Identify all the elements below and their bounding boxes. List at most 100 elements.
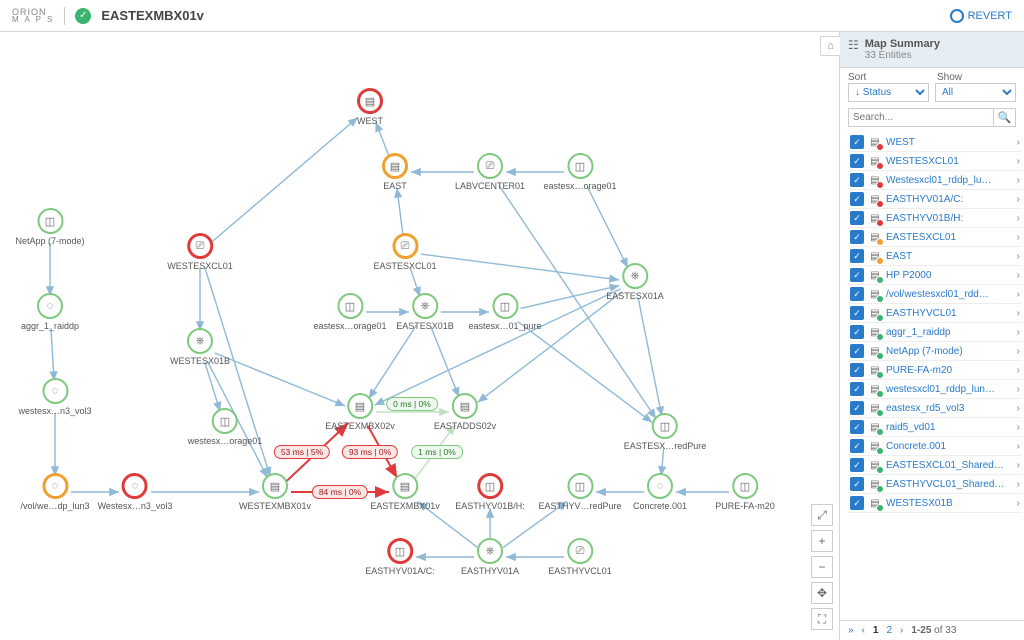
node-circle[interactable]: ◌	[42, 473, 68, 499]
item-checkbox[interactable]: ✓	[850, 287, 864, 301]
list-item[interactable]: ✓ ▤ EASTESXCL01_Shared… ›	[848, 456, 1022, 475]
map-node[interactable]: ◫ EASTHYV01B/H:	[455, 473, 525, 511]
map-node[interactable]: ⎚ EASTESXCL01	[373, 233, 436, 271]
chevron-right-icon[interactable]: ›	[1017, 213, 1020, 224]
list-item[interactable]: ✓ ▤ EAST ›	[848, 247, 1022, 266]
map-node[interactable]: ◌ westesx…n3_vol3	[18, 378, 91, 416]
list-item[interactable]: ✓ ▤ raid5_vd01 ›	[848, 418, 1022, 437]
list-item[interactable]: ✓ ▤ NetApp (7-mode) ›	[848, 342, 1022, 361]
search-input[interactable]	[848, 108, 994, 127]
pager-prev[interactable]: ‹	[862, 625, 865, 636]
node-circle[interactable]: ◫	[337, 293, 363, 319]
chevron-right-icon[interactable]: ›	[1017, 365, 1020, 376]
node-circle[interactable]: ◫	[37, 208, 63, 234]
search-button[interactable]: 🔍	[994, 108, 1016, 127]
node-circle[interactable]: ⎈	[622, 263, 648, 289]
list-item[interactable]: ✓ ▤ EASTHYV01A/C: ›	[848, 190, 1022, 209]
map-node[interactable]: ◫ NetApp (7-mode)	[15, 208, 84, 246]
list-item[interactable]: ✓ ▤ westesxcl01_rddp_lun… ›	[848, 380, 1022, 399]
node-circle[interactable]: ▤	[392, 473, 418, 499]
list-item[interactable]: ✓ ▤ HP P2000 ›	[848, 266, 1022, 285]
chevron-right-icon[interactable]: ›	[1017, 403, 1020, 414]
item-checkbox[interactable]: ✓	[850, 420, 864, 434]
map-node[interactable]: ◫ eastesx…orage01	[313, 293, 386, 331]
map-fullscreen[interactable]: ⛶	[811, 608, 833, 630]
node-circle[interactable]: ▤	[452, 393, 478, 419]
node-circle[interactable]: ◫	[567, 473, 593, 499]
chevron-right-icon[interactable]: ›	[1017, 327, 1020, 338]
list-item[interactable]: ✓ ▤ EASTESXCL01 ›	[848, 228, 1022, 247]
node-circle[interactable]: ⎚	[187, 233, 213, 259]
node-circle[interactable]: ◌	[37, 293, 63, 319]
node-circle[interactable]: ⎚	[477, 153, 503, 179]
list-item[interactable]: ✓ ▤ EASTHYVCL01 ›	[848, 304, 1022, 323]
chevron-right-icon[interactable]: ›	[1017, 460, 1020, 471]
item-checkbox[interactable]: ✓	[850, 477, 864, 491]
chevron-right-icon[interactable]: ›	[1017, 270, 1020, 281]
chevron-right-icon[interactable]: ›	[1017, 346, 1020, 357]
chevron-right-icon[interactable]: ›	[1017, 422, 1020, 433]
map-node[interactable]: ◫ westesx…orage01	[188, 408, 263, 446]
item-checkbox[interactable]: ✓	[850, 382, 864, 396]
node-circle[interactable]: ⎚	[392, 233, 418, 259]
item-checkbox[interactable]: ✓	[850, 268, 864, 282]
chevron-right-icon[interactable]: ›	[1017, 498, 1020, 509]
item-checkbox[interactable]: ✓	[850, 211, 864, 225]
map-node[interactable]: ⎚ EASTHYVCL01	[548, 538, 612, 576]
map-node[interactable]: ◫ EASTHYV01A/C:	[365, 538, 435, 576]
item-checkbox[interactable]: ✓	[850, 439, 864, 453]
chevron-right-icon[interactable]: ›	[1017, 232, 1020, 243]
list-item[interactable]: ✓ ▤ Westesxcl01_rddp_lu… ›	[848, 171, 1022, 190]
list-item[interactable]: ✓ ▤ EASTHYVCL01_Shared… ›	[848, 475, 1022, 494]
map-node[interactable]: ◌ Westesx…n3_vol3	[98, 473, 173, 511]
node-circle[interactable]: ◫	[212, 408, 238, 434]
map-zoom-in[interactable]: +	[811, 530, 833, 552]
pager-page-2[interactable]: 2	[886, 625, 892, 636]
node-circle[interactable]: ⎈	[412, 293, 438, 319]
map-node[interactable]: ◫ EASTESX…redPure	[624, 413, 707, 451]
map-node[interactable]: ◌ /vol/we…dp_lun3	[20, 473, 89, 511]
map-node[interactable]: ⎚ LABVCENTER01	[455, 153, 525, 191]
list-item[interactable]: ✓ ▤ Concrete.001 ›	[848, 437, 1022, 456]
map-node[interactable]: ▤ EASTEXMBX02v	[325, 393, 395, 431]
sort-dropdown[interactable]: ↓ Status	[848, 83, 929, 102]
pager-page-1[interactable]: 1	[873, 625, 879, 636]
map-node[interactable]: ◫ PURE-FA-m20	[715, 473, 775, 511]
map-zoom-extent[interactable]: ⤢	[811, 504, 833, 526]
item-checkbox[interactable]: ✓	[850, 173, 864, 187]
list-item[interactable]: ✓ ▤ /vol/westesxcl01_rdd… ›	[848, 285, 1022, 304]
show-dropdown[interactable]: All	[935, 83, 1016, 102]
map-node[interactable]: ▤ WESTEXMBX01v	[239, 473, 311, 511]
map-node[interactable]: ◫ eastesx…orage01	[543, 153, 616, 191]
chevron-right-icon[interactable]: ›	[1017, 308, 1020, 319]
map-node[interactable]: ⎈ WESTESX01B	[170, 328, 230, 366]
item-checkbox[interactable]: ✓	[850, 154, 864, 168]
map-node[interactable]: ⎈ EASTESX01A	[606, 263, 664, 301]
item-checkbox[interactable]: ✓	[850, 496, 864, 510]
map-node[interactable]: ▤ EAST	[382, 153, 408, 191]
map-canvas[interactable]: ▤ WEST ▤ EAST ⎚ LABVCENTER01 ◫ eastesx…orag…	[0, 32, 839, 640]
node-circle[interactable]: ⎈	[187, 328, 213, 354]
item-checkbox[interactable]: ✓	[850, 230, 864, 244]
map-zoom-out[interactable]: −	[811, 556, 833, 578]
map-node[interactable]: ◫ EASTHYV…redPure	[538, 473, 621, 511]
map-node[interactable]: ⎚ WESTESXCL01	[167, 233, 233, 271]
node-circle[interactable]: ⎈	[477, 538, 503, 564]
item-checkbox[interactable]: ✓	[850, 363, 864, 377]
node-circle[interactable]: ◌	[122, 473, 148, 499]
chevron-right-icon[interactable]: ›	[1017, 194, 1020, 205]
node-circle[interactable]: ⎚	[567, 538, 593, 564]
chevron-right-icon[interactable]: ›	[1017, 175, 1020, 186]
node-circle[interactable]: ◫	[492, 293, 518, 319]
node-circle[interactable]: ▤	[382, 153, 408, 179]
chevron-right-icon[interactable]: ›	[1017, 441, 1020, 452]
list-item[interactable]: ✓ ▤ EASTHYV01B/H: ›	[848, 209, 1022, 228]
chevron-right-icon[interactable]: ›	[1017, 384, 1020, 395]
pager-next[interactable]: ›	[900, 625, 903, 636]
sidebar-collapse-tab[interactable]: ⌂	[820, 36, 840, 56]
node-circle[interactable]: ▤	[357, 88, 383, 114]
map-node[interactable]: ▤ WEST	[357, 88, 383, 126]
node-circle[interactable]: ◫	[732, 473, 758, 499]
chevron-right-icon[interactable]: ›	[1017, 137, 1020, 148]
map-node[interactable]: ⎈ EASTESX01B	[396, 293, 454, 331]
